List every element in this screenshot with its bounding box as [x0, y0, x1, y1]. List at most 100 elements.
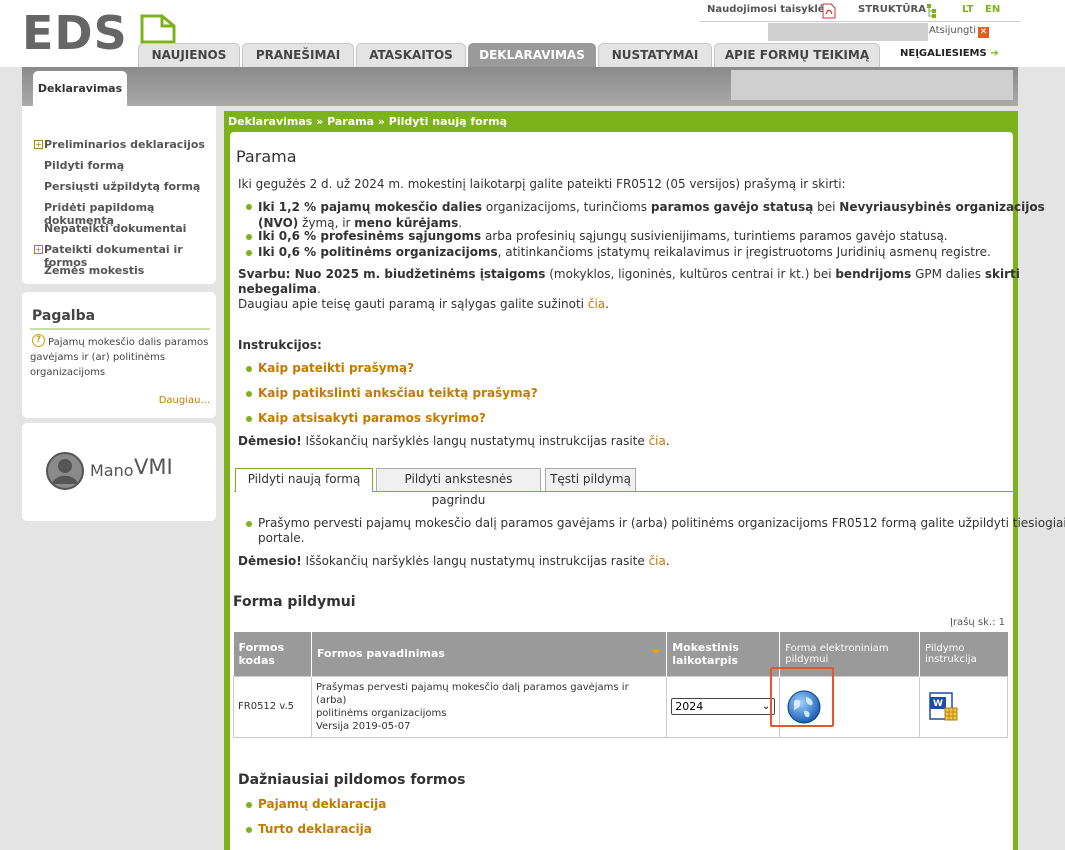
structure-link[interactable]: STRUKTŪRA — [858, 4, 926, 15]
chevron-down-icon: ⌄ — [761, 701, 771, 712]
manovmi-mano: Mano — [90, 461, 134, 480]
bold-text: Svarbu: Nuo 2025 m. biudžetinėms įstaigo… — [238, 267, 546, 281]
help-box: Pagalba ? Pajamų mokesčio dalis paramos … — [22, 292, 216, 418]
tab-continue-filling[interactable]: Tęsti pildymą — [545, 468, 636, 491]
bullet — [246, 204, 252, 210]
text: . — [605, 297, 609, 311]
tab-label: PRANEŠIMAI — [255, 48, 341, 62]
tab-pranesimai[interactable]: PRANEŠIMAI — [242, 43, 354, 67]
attention-note: Dėmesio! Iššokančių naršyklės langų nust… — [238, 434, 670, 448]
logout-link[interactable]: Atsijungti ✕ — [929, 25, 990, 38]
link-income-declaration[interactable]: Pajamų deklaracija — [258, 797, 386, 811]
help-title: Pagalba — [32, 308, 96, 324]
sidebar-menu: + Preliminarios deklaracijos Pildyti for… — [22, 106, 216, 284]
col-header-instruction: Pildymo instrukcija — [919, 632, 1008, 676]
sort-arrow-icon[interactable] — [652, 650, 661, 655]
bold-text: meno kūrėjams — [354, 216, 459, 230]
structure-tree-icon[interactable] — [926, 3, 938, 19]
attention-link[interactable]: čia — [649, 434, 666, 448]
header-line: Formos pavadinimas — [316, 647, 445, 661]
record-count: Įrašų sk.: 1 — [950, 617, 1006, 628]
tab-label: ATASKAITOS — [369, 48, 453, 62]
word-document-icon[interactable]: W — [928, 691, 960, 723]
page-title: Parama — [236, 147, 297, 166]
text: Prašymo pervesti pajamų mokesčio dalį pa… — [258, 516, 1065, 530]
logout-label: Atsijungti — [929, 25, 977, 36]
more-info-link[interactable]: čia — [588, 297, 605, 311]
bold-text: (NVO) — [258, 216, 299, 230]
tab-label: Tęsti pildymą — [550, 472, 631, 486]
attention-link[interactable]: čia — [649, 554, 666, 568]
header-line: Formos — [238, 640, 285, 654]
arrow-right-icon: ➔ — [990, 48, 999, 59]
bold-text: Nevyriausybinės organizacijos — [839, 200, 1045, 214]
header-line: Mokestinis — [672, 640, 739, 654]
bullet — [246, 250, 252, 256]
period-value: 2024 — [675, 700, 704, 713]
tab-fill-new-form[interactable]: Pildyti naują formą — [235, 468, 373, 492]
instruction-cell: W — [919, 675, 1008, 738]
period-cell: 2024 ⌄ — [666, 675, 781, 738]
help-text-line: organizacijoms — [30, 367, 106, 378]
disabled-people-link[interactable]: NEĮGALIESIEMS ➔ — [900, 48, 999, 59]
instr-link-submit[interactable]: Kaip pateikti prašymą? — [258, 361, 414, 375]
forms-table: Formos kodas Formos pavadinimas Mokestini… — [233, 632, 1008, 738]
divider — [30, 328, 210, 330]
manovmi-box[interactable]: Mano VMI — [22, 423, 216, 521]
header-line: Forma elektroniniam — [785, 642, 889, 654]
svg-text:W: W — [933, 699, 943, 709]
help-more-link[interactable]: Daugiau... — [159, 395, 210, 406]
text: Iššokančių naršyklės langų nustatymų ins… — [301, 554, 649, 568]
user-avatar-icon — [46, 452, 84, 490]
sidebar: + Preliminarios deklaracijos Pildyti for… — [22, 106, 224, 850]
bullet — [246, 521, 252, 527]
user-name-box — [768, 23, 928, 41]
header-line: pildymui — [785, 653, 829, 665]
breadcrumb[interactable]: Deklaravimas » Parama » Pildyti naują fo… — [228, 115, 507, 128]
tab-naujienos[interactable]: NAUJIENOS — [138, 43, 240, 67]
instr-link-cancel[interactable]: Kaip atsisakyti paramos skyrimo? — [258, 411, 486, 425]
tab-underline-mask — [236, 490, 372, 493]
bullet — [246, 391, 252, 397]
expand-icon[interactable]: + — [34, 245, 43, 254]
lang-en[interactable]: EN — [985, 4, 1000, 15]
rules-link[interactable]: Naudojimosi taisyklės — [707, 4, 831, 15]
bold-text: bendrijoms — [835, 267, 912, 281]
disabled-link-label: NEĮGALIESIEMS — [900, 48, 987, 59]
tab-ataskaitos[interactable]: ATASKAITOS — [356, 43, 466, 67]
text: arba profesinių sąjungų susivienijimams,… — [481, 229, 948, 243]
lang-lt[interactable]: LT — [962, 4, 974, 15]
pdf-icon[interactable] — [822, 3, 836, 19]
table-row: FR0512 v.5 Prašymas pervesti pajamų moke… — [233, 666, 1008, 738]
text: Iššokančių naršyklės langų nustatymų ins… — [301, 434, 649, 448]
subtab-deklaravimas[interactable]: Deklaravimas — [33, 71, 127, 106]
instr-link-correct[interactable]: Kaip patikslinti anksčiau teiktą prašymą… — [258, 386, 538, 400]
sidebar-item-zemes-mokestis[interactable]: Žemės mokestis — [44, 264, 144, 277]
form-version: Versija 2019-05-07 — [315, 720, 411, 732]
electronic-form-highlight — [770, 666, 835, 727]
period-select[interactable]: 2024 ⌄ — [671, 698, 776, 715]
logo-document-icon — [140, 14, 176, 44]
expand-icon[interactable]: + — [34, 140, 43, 149]
link-property-declaration[interactable]: Turto deklaracija — [258, 822, 372, 836]
col-header-name[interactable]: Formos pavadinimas — [311, 632, 668, 676]
text: bei — [813, 200, 840, 214]
tab-label: APIE FORMŲ TEIKIMĄ — [724, 48, 870, 62]
tab-label: DEKLARAVIMAS — [479, 48, 585, 62]
bold-text: Iki 1,2 % pajamų mokesčio dalies — [258, 200, 483, 214]
sidebar-item-persiusti[interactable]: Persiųsti užpildytą formą — [44, 180, 200, 193]
tab-apie-formu-teikima[interactable]: APIE FORMŲ TEIKIMĄ — [714, 43, 880, 67]
col-header-code: Formos kodas — [233, 632, 312, 676]
help-text[interactable]: Pajamų mokesčio dalis paramos gavėjams i… — [30, 335, 208, 380]
bullet-item-3: Iki 0,6 % politinėms organizacijoms, ati… — [258, 245, 991, 259]
tab-deklaravimas[interactable]: DEKLARAVIMAS — [468, 43, 596, 67]
sidebar-item-preliminarios[interactable]: Preliminarios deklaracijos — [44, 138, 205, 151]
text: . — [665, 554, 670, 568]
tab-nustatymai[interactable]: NUSTATYMAI — [598, 43, 712, 67]
form-name-line: Prašymas pervesti pajamų mokesčio dalį p… — [315, 681, 629, 706]
sidebar-item-nepateikti[interactable]: Nepateikti dokumentai — [44, 222, 186, 235]
header-line: Pildymo — [925, 642, 965, 654]
tab-fill-from-previous[interactable]: Pildyti ankstesnės pagrindu — [376, 468, 541, 507]
sidebar-item-pildyti-forma[interactable]: Pildyti formą — [44, 159, 124, 172]
bold-text: Iki 0,6 % politinėms organizacijoms — [258, 245, 498, 259]
